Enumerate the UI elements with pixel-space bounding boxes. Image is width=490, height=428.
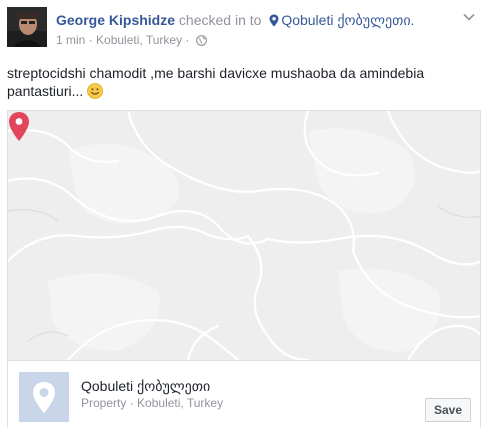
save-button[interactable]: Save [424, 398, 471, 422]
map-area[interactable] [8, 111, 480, 360]
map-roads [8, 111, 480, 360]
chevron-down-icon[interactable] [463, 13, 475, 21]
post-message: streptocidshi chamodit ,me barshi davicx… [7, 65, 425, 99]
checkin-place-link[interactable]: Qobuleti ქობულეთი. [281, 12, 414, 28]
post-location[interactable]: Kobuleti, Turkey [96, 33, 182, 47]
place-category: Property [81, 396, 127, 410]
map-marker-icon[interactable] [8, 111, 30, 142]
globe-icon[interactable] [195, 35, 207, 46]
place-location: Kobuleti, Turkey [137, 396, 224, 410]
map-pin-icon [269, 14, 279, 27]
meta-separator: · [185, 33, 190, 47]
place-meta: Property · Kobuleti, Turkey [81, 395, 223, 411]
place-info: Qobuleti ქობულეთი Property · Kobuleti, T… [8, 360, 480, 428]
avatar[interactable] [7, 7, 47, 47]
post-body: streptocidshi chamodit ,me barshi davicx… [7, 64, 477, 100]
smiley-emoji-icon [87, 83, 104, 99]
post-meta: 1 min · Kobuleti, Turkey · [56, 33, 207, 47]
post-header: George Kipshidze checked in to Qobuleti … [7, 7, 483, 49]
avatar-photo [7, 7, 47, 47]
place-thumbnail[interactable] [19, 372, 69, 422]
meta-separator: · [129, 396, 134, 410]
post-timestamp[interactable]: 1 min [56, 33, 85, 47]
author-name-link[interactable]: George Kipshidze [56, 12, 175, 28]
place-pin-icon [19, 372, 69, 422]
meta-separator: · [88, 33, 93, 47]
post-title-line: George Kipshidze checked in to Qobuleti … [56, 12, 414, 28]
action-text: checked in to [178, 12, 262, 28]
place-name-link[interactable]: Qobuleti ქობულეთი [81, 377, 210, 395]
checkin-card: Qobuleti ქობულეთი Property · Kobuleti, T… [7, 110, 481, 428]
